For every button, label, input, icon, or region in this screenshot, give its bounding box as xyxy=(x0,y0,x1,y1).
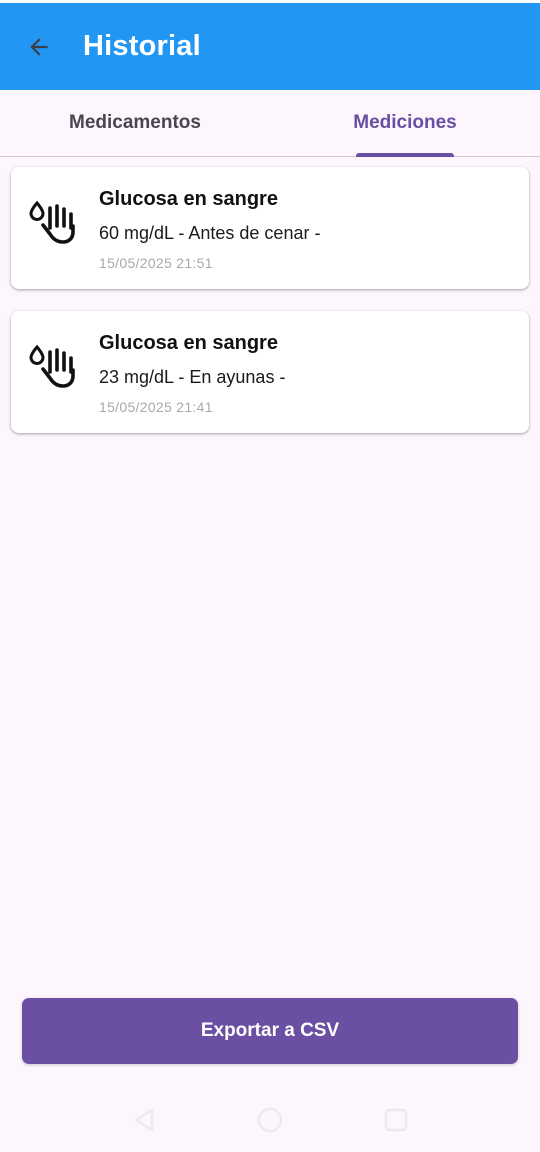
list-item[interactable]: Glucosa en sangre 23 mg/dL - En ayunas -… xyxy=(11,311,529,433)
page-title: Historial xyxy=(83,30,201,62)
recents-square-icon[interactable] xyxy=(382,1106,410,1134)
app-bar: Historial xyxy=(0,3,540,90)
active-tab-indicator xyxy=(356,153,454,157)
list-item[interactable]: Glucosa en sangre 60 mg/dL - Antes de ce… xyxy=(11,167,529,289)
tab-medicamentos[interactable]: Medicamentos xyxy=(0,90,270,156)
home-circle-icon[interactable] xyxy=(256,1106,284,1134)
system-navigation-bar xyxy=(0,1090,540,1152)
measurement-list: Glucosa en sangre 60 mg/dL - Antes de ce… xyxy=(11,167,529,455)
tab-mediciones[interactable]: Mediciones xyxy=(270,90,540,157)
measurement-value: 23 mg/dL - En ayunas - xyxy=(99,367,286,387)
measurement-title: Glucosa en sangre xyxy=(99,332,278,354)
tab-label: Medicamentos xyxy=(69,112,201,133)
tab-bar: Medicamentos Mediciones xyxy=(0,90,540,157)
arrow-left-icon xyxy=(30,37,48,56)
back-triangle-icon[interactable] xyxy=(130,1106,158,1134)
measurement-date: 15/05/2025 21:41 xyxy=(99,399,213,415)
measurement-title: Glucosa en sangre xyxy=(99,188,278,210)
export-csv-button[interactable]: Exportar a CSV xyxy=(22,998,518,1064)
back-button[interactable] xyxy=(19,27,59,67)
measurement-value: 60 mg/dL - Antes de cenar - xyxy=(99,223,321,243)
tab-label: Mediciones xyxy=(353,112,457,133)
finger-prick-blood-drop-icon xyxy=(29,344,75,388)
measurement-date: 15/05/2025 21:51 xyxy=(99,255,213,271)
finger-prick-blood-drop-icon xyxy=(29,200,75,244)
